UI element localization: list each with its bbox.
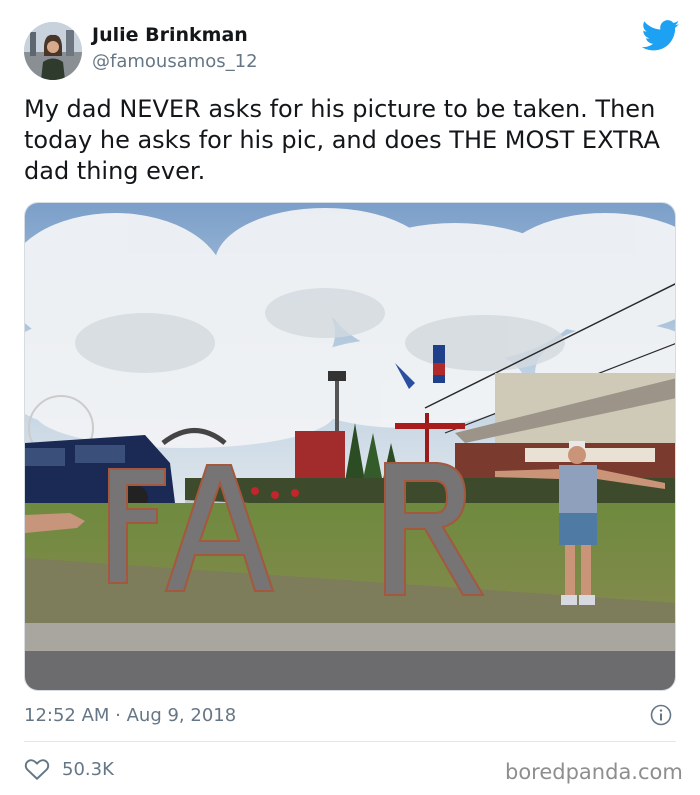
- tweet-timestamp[interactable]: 12:52 AM · Aug 9, 2018: [24, 705, 236, 726]
- watermark: boredpanda.com: [505, 760, 683, 784]
- divider: [24, 741, 676, 742]
- avatar[interactable]: [24, 22, 82, 80]
- like-action[interactable]: 50.3K: [24, 756, 114, 782]
- photo-image: [25, 203, 675, 690]
- heart-icon[interactable]: [24, 757, 50, 781]
- author-name[interactable]: Julie Brinkman: [92, 24, 248, 46]
- avatar-image: [24, 22, 82, 80]
- like-count: 50.3K: [62, 758, 114, 780]
- author-handle[interactable]: @famousamos_12: [92, 51, 258, 72]
- twitter-bird-icon[interactable]: [642, 20, 680, 52]
- tweet-photo[interactable]: [24, 202, 676, 691]
- info-icon[interactable]: [650, 704, 672, 726]
- tweet-text: My dad NEVER asks for his picture to be …: [24, 95, 660, 185]
